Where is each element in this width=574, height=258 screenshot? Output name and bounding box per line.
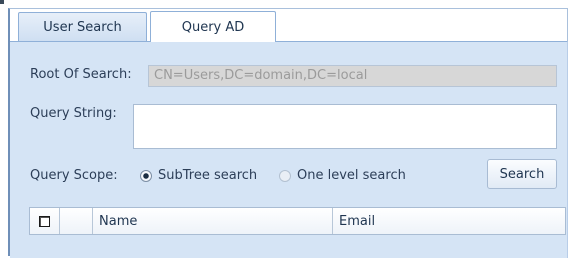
tab-user-search[interactable]: User Search [18,12,147,41]
one-level-search-label[interactable]: One level search [297,168,406,183]
subtree-search-radio[interactable] [140,170,152,182]
row-indicator-column [60,208,93,234]
tab-query-ad-label: Query AD [181,19,245,35]
tab-query-ad[interactable]: Query AD [150,11,276,42]
window-corner-mark [0,0,4,4]
email-column-header[interactable]: Email [333,208,565,234]
query-string-label: Query String: [30,106,117,121]
tab-user-search-label: User Search [43,19,122,35]
root-of-search-field[interactable]: CN=Users,DC=domain,DC=local [148,65,557,87]
search-button-label: Search [499,166,545,182]
select-all-column [30,208,60,234]
name-column-header[interactable]: Name [93,208,333,234]
query-scope-label: Query Scope: [30,168,118,183]
search-button[interactable]: Search [487,159,557,189]
query-string-input[interactable] [133,104,557,149]
one-level-search-radio[interactable] [279,170,291,182]
subtree-search-label[interactable]: SubTree search [158,168,257,183]
select-all-checkbox[interactable] [39,215,50,227]
tab-strip: User Search Query AD [10,9,567,42]
root-of-search-label: Root Of Search: [30,67,132,82]
results-grid-header: Name Email [29,207,566,235]
